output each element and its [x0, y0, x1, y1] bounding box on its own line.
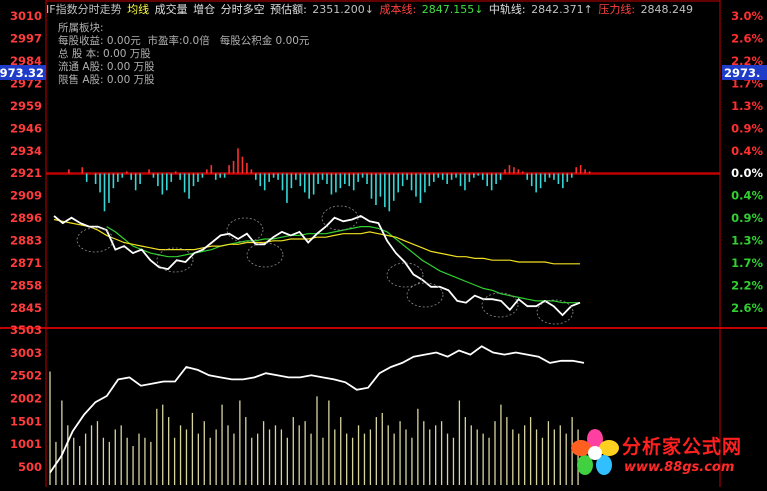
logo-text: 分析家公式网 [622, 436, 743, 458]
volume-tick-label: 500 [18, 460, 42, 474]
crosshair-right-value: 2973. [724, 66, 760, 80]
mid-band-label: 中轨线: [488, 3, 526, 16]
band-ellipse [246, 242, 284, 268]
float-shares-text: 流通 A股: 0.00 万股 [58, 61, 155, 73]
volume-tick-label: 2502 [10, 369, 42, 383]
price-tick-label: 2896 [10, 211, 42, 225]
flower-icon [571, 429, 619, 475]
intraday-chart: 3010 2997 2984 2972 2959 2946 2934 2921 2909 2896… [0, 0, 767, 487]
restricted-shares-text: 限售 A股: 0.00 万股 [58, 74, 155, 86]
tab-volume[interactable]: 成交量 [155, 3, 188, 16]
price-tick-label: 2959 [10, 99, 42, 113]
tab-long-short[interactable]: 分时多空 [221, 3, 265, 16]
percent-tick-label: 0.4% [731, 144, 763, 158]
instrument-info-panel: 所属板块: 每股收益: 0.00元 市盈率:0.0倍 每股公积金 0.00元 总… [58, 22, 309, 87]
percent-tick-label: 1.3% [731, 234, 763, 248]
price-tick-label: 2946 [10, 121, 42, 135]
forecast-value: 2351.200↓ [312, 3, 374, 16]
price-tick-label: 2858 [10, 279, 42, 293]
volume-tick-label: 3003 [10, 346, 42, 360]
band-ellipse [406, 282, 444, 308]
percent-tick-label: 2.6% [731, 301, 763, 315]
average-line [53, 218, 580, 265]
price-tick-label: 2921 [10, 166, 42, 180]
percent-tick-label: 2.6% [731, 31, 763, 45]
band-ellipse [76, 227, 114, 253]
mid-band-value: 2842.371↑ [531, 3, 593, 16]
price-tick-label: 2845 [10, 301, 42, 315]
band-ellipse [321, 205, 359, 231]
price-line [53, 214, 581, 317]
percent-tick-label: 0.0% [731, 166, 763, 180]
site-logo[interactable]: 分析家公式网 www.88gs.com [570, 428, 764, 483]
volume-tick-label: 1001 [10, 437, 42, 451]
band-ellipse [481, 292, 519, 318]
percent-tick-label: 1.7% [731, 256, 763, 270]
reserve-text: 每股公积金 0.00元 [219, 35, 310, 47]
crosshair-left-value: 2973.32 [0, 66, 44, 80]
volume-tick-label: 2002 [10, 392, 42, 406]
price-tick-label: 2997 [10, 31, 42, 45]
percent-tick-label: 0.9% [731, 211, 763, 225]
eps-text: 每股收益: 0.00元 [58, 35, 141, 47]
cost-line-label: 成本线: [379, 3, 417, 16]
price-tick-label: 3010 [10, 9, 42, 23]
percent-tick-label: 1.3% [731, 99, 763, 113]
cost-line-value: 2847.155↓ [421, 3, 484, 16]
tab-open-interest[interactable]: 增仓 [193, 3, 215, 16]
price-tick-label: 2934 [10, 144, 42, 158]
percent-tick-label: 0.4% [731, 189, 763, 203]
tab-avg-line[interactable]: 均线 [127, 3, 149, 16]
percent-tick-label: 2.2% [731, 279, 763, 293]
valuation-row: 每股收益: 0.00元 市盈率:0.0倍 每股公积金 0.00元 [58, 35, 309, 48]
price-tick-label: 2909 [10, 189, 42, 203]
volume-tick-label: 1501 [10, 414, 42, 428]
chart-header: IF指数分时走势 均线 成交量 增仓 分时多空 预估额: 2351.200↓ 成… [46, 2, 695, 18]
price-tick-label: 2871 [10, 256, 42, 270]
pressure-line-label: 压力线: [598, 3, 636, 16]
cost-line [106, 226, 580, 304]
sector-label: 所属板块: [58, 22, 104, 34]
band-ellipse [226, 217, 264, 243]
band-ellipse [386, 262, 424, 288]
pressure-line-value: 2848.249 [640, 3, 694, 16]
pe-text: 市盈率:0.0倍 [147, 35, 210, 47]
volume-tick-label: 3503 [10, 323, 42, 337]
logo-url[interactable]: www.88gs.com [624, 460, 734, 475]
price-tick-label: 2883 [10, 234, 42, 248]
chart-title: IF指数分时走势 [46, 3, 122, 16]
percent-tick-label: 3.0% [731, 9, 763, 23]
total-shares-text: 总 股 本: 0.00 万股 [58, 48, 151, 60]
forecast-label: 预估额: [270, 3, 307, 16]
band-ellipse [536, 299, 574, 325]
percent-tick-label: 0.9% [731, 121, 763, 135]
